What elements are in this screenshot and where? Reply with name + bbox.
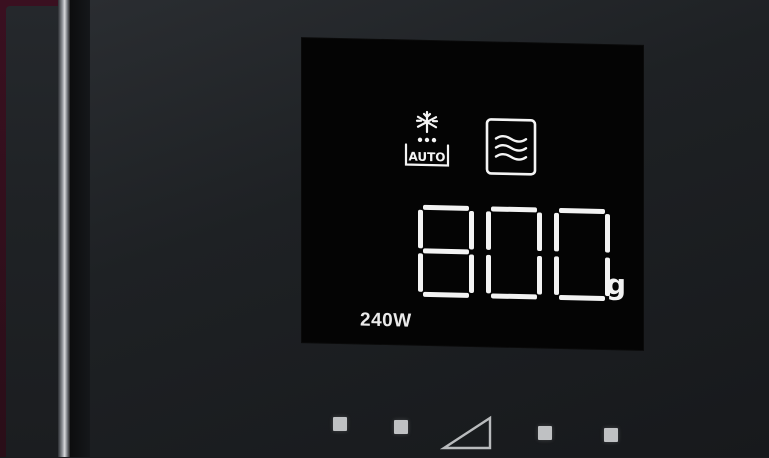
weight-digits [414,201,634,306]
lcd-display: AUTO g 240W [302,38,643,350]
touch-button-4[interactable] [604,428,618,442]
touch-button-1[interactable] [333,417,347,431]
start-triangle-icon[interactable] [440,410,496,454]
digit-segment [486,255,491,294]
digit-segment [554,256,559,295]
digit-segment [423,292,469,298]
digit-segment [418,210,423,249]
power-level: 240W [360,310,412,331]
digit-segment [469,254,474,293]
digit-segment [491,206,537,212]
auto-defrost-icon: AUTO [400,108,454,171]
digit-segment [418,253,423,292]
digit-segment [423,248,469,254]
digit-segment [423,205,469,211]
microwave-icon [484,116,538,177]
digit-segment [559,208,605,214]
digit-segment [537,256,542,295]
digit-segment [469,211,474,250]
weight-unit: g [606,271,626,299]
digit-segment [537,212,542,251]
touch-button-3[interactable] [538,426,552,440]
digit-segment [486,211,491,250]
touch-button-2[interactable] [394,420,408,434]
digit-segment [605,214,610,253]
digit-segment [554,213,559,252]
digit-segment [559,295,605,301]
auto-label: AUTO [408,150,445,165]
digit-segment [491,293,537,299]
door-gap [70,0,90,457]
door-edge [58,0,70,457]
